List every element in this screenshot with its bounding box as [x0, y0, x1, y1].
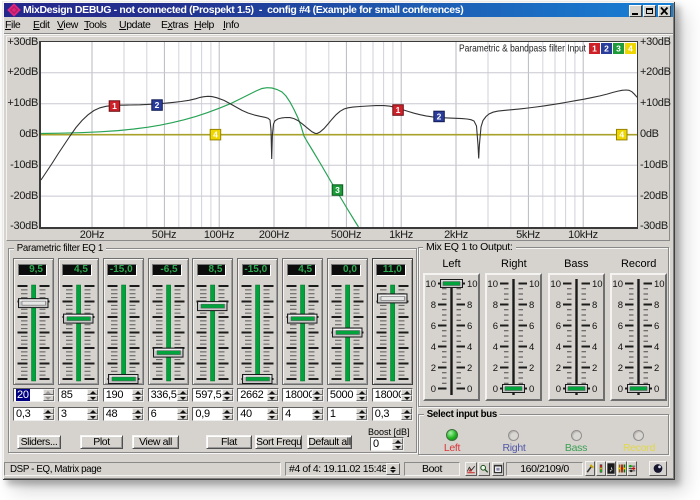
svg-text:10: 10 [425, 279, 436, 290]
svg-text:2: 2 [592, 363, 597, 374]
svg-text:0: 0 [467, 384, 472, 395]
svg-text:6: 6 [556, 321, 561, 332]
svg-text:4: 4 [556, 342, 561, 353]
svg-text:♪: ♪ [609, 464, 613, 473]
svg-text:4: 4 [654, 342, 659, 353]
svg-text:6: 6 [592, 321, 597, 332]
svg-text:4: 4 [592, 342, 597, 353]
svg-text:8: 8 [654, 300, 659, 311]
svg-text:2: 2 [618, 363, 623, 374]
svg-text:8: 8 [618, 300, 623, 311]
svg-text:0: 0 [556, 384, 561, 395]
svg-text:2: 2 [493, 363, 498, 374]
svg-text:8: 8 [493, 300, 498, 311]
svg-text:0: 0 [493, 384, 498, 395]
svg-text:4: 4 [493, 342, 498, 353]
svg-text:6: 6 [431, 321, 436, 332]
svg-text:6: 6 [493, 321, 498, 332]
svg-text:0: 0 [618, 384, 623, 395]
svg-text:6: 6 [467, 321, 472, 332]
svg-text:8: 8 [592, 300, 597, 311]
svg-text:6: 6 [618, 321, 623, 332]
svg-text:10: 10 [488, 279, 499, 290]
svg-text:2: 2 [529, 363, 534, 374]
svg-text:4: 4 [467, 342, 472, 353]
svg-text:4: 4 [529, 342, 534, 353]
svg-text:10: 10 [592, 279, 603, 290]
svg-text:10: 10 [613, 279, 624, 290]
svg-text:0: 0 [654, 384, 659, 395]
svg-text:4: 4 [431, 342, 436, 353]
svg-text:10: 10 [529, 279, 540, 290]
svg-text:8: 8 [556, 300, 561, 311]
svg-text:8: 8 [431, 300, 436, 311]
svg-text:8: 8 [529, 300, 534, 311]
svg-text:10: 10 [467, 279, 478, 290]
svg-text:10: 10 [550, 279, 561, 290]
svg-text:2: 2 [431, 363, 436, 374]
svg-text:2: 2 [467, 363, 472, 374]
svg-text:2: 2 [556, 363, 561, 374]
svg-text:4: 4 [618, 342, 623, 353]
svg-text:0: 0 [592, 384, 597, 395]
svg-text:0: 0 [529, 384, 534, 395]
svg-text:6: 6 [529, 321, 534, 332]
svg-text:6: 6 [654, 321, 659, 332]
svg-text:10: 10 [654, 279, 665, 290]
svg-text:2: 2 [654, 363, 659, 374]
svg-text:0: 0 [431, 384, 436, 395]
svg-text:8: 8 [467, 300, 472, 311]
